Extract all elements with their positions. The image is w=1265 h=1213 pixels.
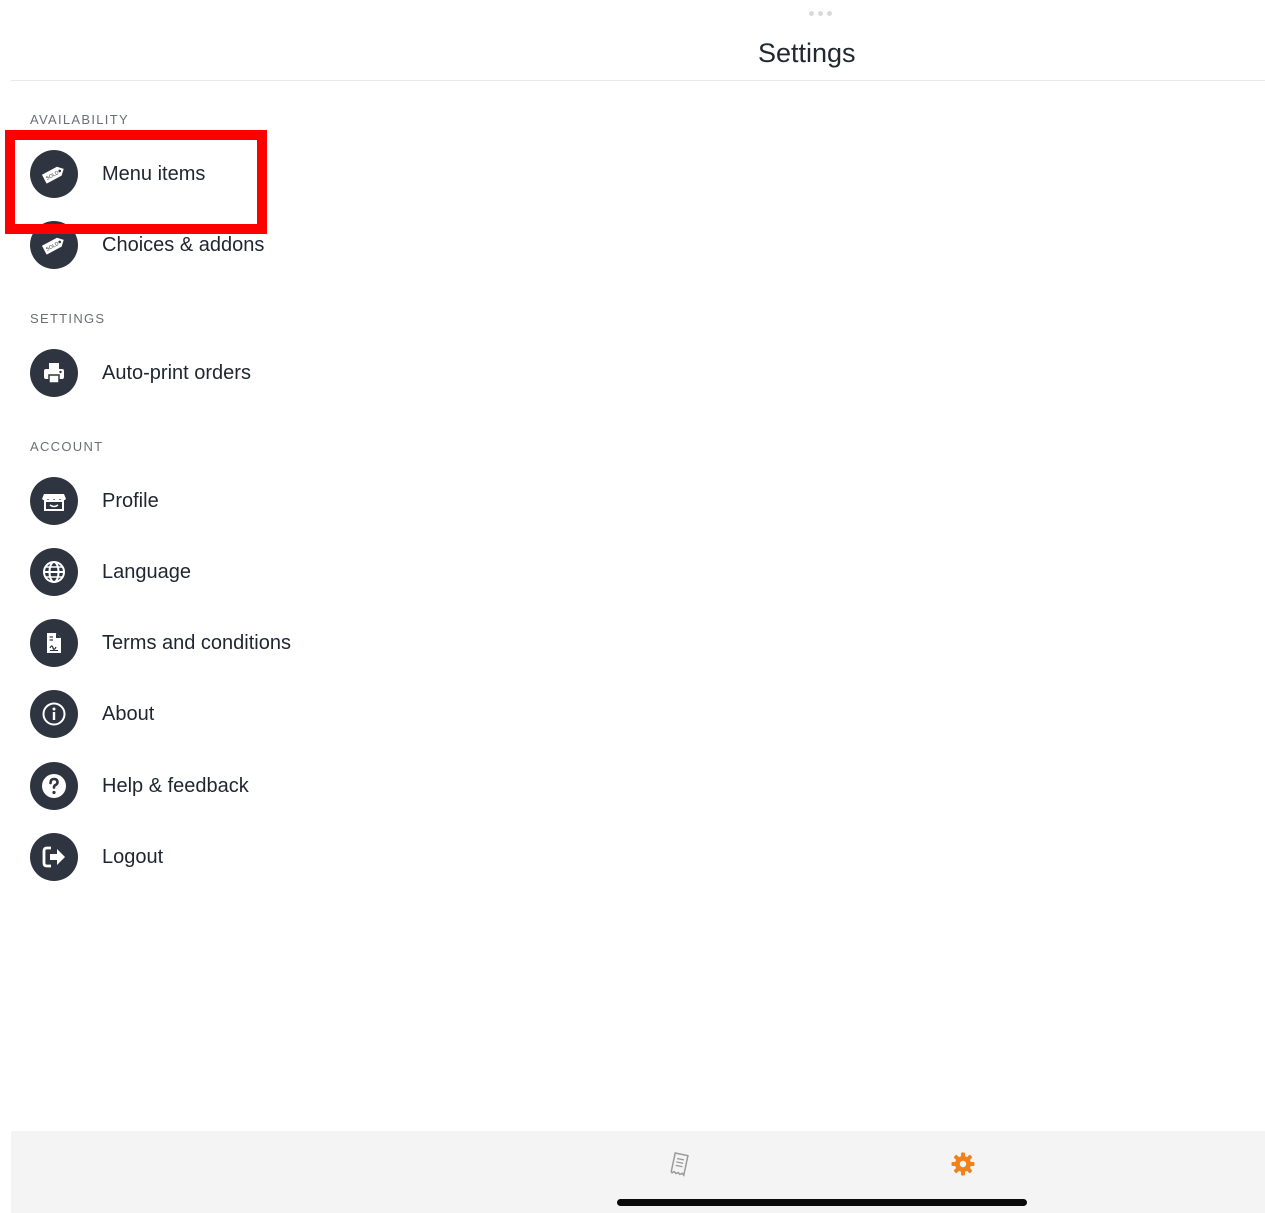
auto-print-orders-row[interactable]: Auto-print orders [30, 349, 251, 397]
menu-items-label: Menu items [102, 162, 206, 185]
section-label-availability: AVAILABILITY [30, 112, 129, 127]
profile-label: Profile [102, 489, 159, 512]
menu-items-row[interactable]: SOLD Menu items [30, 150, 205, 198]
terms-row[interactable]: Terms and conditions [30, 619, 291, 667]
logout-row[interactable]: Logout [30, 833, 163, 881]
store-icon [30, 477, 78, 525]
document-icon [30, 619, 78, 667]
logout-icon [30, 833, 78, 881]
help-feedback-label: Help & feedback [102, 774, 249, 797]
sold-tag-icon: SOLD [30, 150, 78, 198]
choices-addons-row[interactable]: SOLD Choices & addons [30, 221, 264, 269]
language-label: Language [102, 560, 191, 583]
receipt-icon [670, 1152, 689, 1177]
settings-screen: Settings AVAILABILITY SOLD Menu items SO… [0, 0, 1265, 1213]
tab-settings[interactable] [948, 1149, 978, 1179]
tab-orders[interactable] [664, 1149, 694, 1179]
home-indicator [617, 1199, 1027, 1206]
help-icon [30, 762, 78, 810]
about-label: About [102, 702, 155, 725]
section-label-account: ACCOUNT [30, 439, 104, 454]
header [11, 0, 1265, 81]
globe-icon [30, 548, 78, 596]
logout-label: Logout [102, 845, 164, 868]
printer-icon [30, 349, 78, 397]
profile-row[interactable]: Profile [30, 477, 159, 525]
about-row[interactable]: About [30, 690, 154, 738]
page-title: Settings [758, 38, 856, 68]
auto-print-orders-label: Auto-print orders [102, 361, 251, 384]
section-label-settings: SETTINGS [30, 311, 106, 326]
choices-addons-label: Choices & addons [102, 233, 265, 256]
sold-tag-icon: SOLD [30, 221, 78, 269]
language-row[interactable]: Language [30, 548, 191, 596]
info-icon [30, 690, 78, 738]
terms-label: Terms and conditions [102, 631, 291, 654]
help-feedback-row[interactable]: Help & feedback [30, 762, 249, 810]
gear-icon [951, 1152, 975, 1176]
